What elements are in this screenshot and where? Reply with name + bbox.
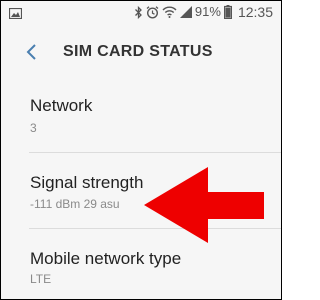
back-button[interactable]: [19, 39, 45, 65]
chevron-left-icon: [26, 44, 36, 60]
app-header: SIM CARD STATUS: [1, 23, 281, 81]
battery-percent: 91%: [194, 4, 221, 19]
row-label: Mobile network type: [30, 249, 182, 268]
status-clock: 12:35: [237, 4, 273, 20]
phone-screen: 91% 12:35 SIM CARD STATUS Network 3 Sign…: [0, 0, 282, 300]
signal-icon: [179, 6, 192, 18]
status-bar: 91% 12:35: [1, 1, 281, 23]
wifi-icon: [162, 6, 177, 18]
row-value: 3: [30, 121, 37, 135]
page-title: SIM CARD STATUS: [63, 43, 213, 60]
row-value: LTE: [30, 272, 52, 286]
row-value: -111 dBm 29 asu: [30, 197, 120, 211]
battery-icon: [223, 5, 232, 19]
red-arrow-annotation: [144, 167, 268, 248]
list-item-network[interactable]: Network 3: [1, 81, 281, 153]
row-label: Network: [30, 96, 93, 115]
image-icon: [8, 6, 23, 24]
row-label: Signal strength: [30, 173, 144, 192]
alarm-icon: [146, 5, 159, 19]
bluetooth-icon: [134, 5, 143, 19]
